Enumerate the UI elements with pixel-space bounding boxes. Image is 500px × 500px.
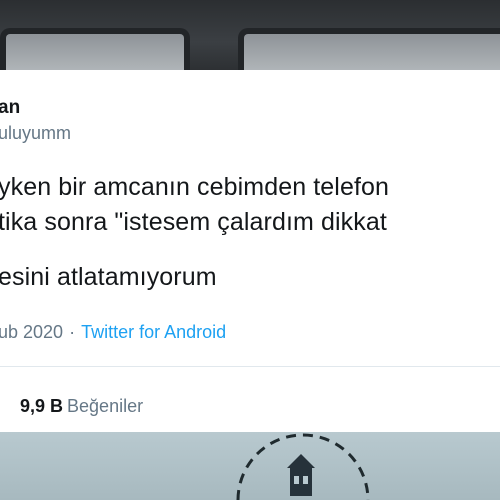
tweet-source-link[interactable]: Twitter for Android	[81, 322, 226, 342]
background-emblem	[236, 433, 370, 500]
tweet-text-line: esini atlatamıyorum	[0, 263, 217, 291]
likes-label: Beğeniler	[67, 396, 144, 416]
likes-count: 9,9 B	[20, 396, 64, 416]
user-handle[interactable]: uluyumm	[0, 123, 71, 144]
likes-stat[interactable]: 9,9 B Beğeniler	[20, 396, 143, 417]
tweet-meta: ub 2020 · Twitter for Android	[0, 322, 226, 343]
background-photo-top	[0, 0, 500, 78]
tweet-card: an uluyumm yken bir amcanın cebimden tel…	[0, 70, 500, 432]
tweet-text-line: tika sonra "istesem çalardım dikkat	[0, 208, 387, 236]
tweet-text-line: yken bir amcanın cebimden telefon	[0, 173, 390, 201]
tweet-date[interactable]: ub 2020	[0, 322, 63, 342]
display-name[interactable]: an	[0, 97, 20, 119]
meta-separator: ·	[69, 322, 76, 342]
background-photo-bottom	[0, 432, 500, 500]
divider	[0, 366, 500, 367]
